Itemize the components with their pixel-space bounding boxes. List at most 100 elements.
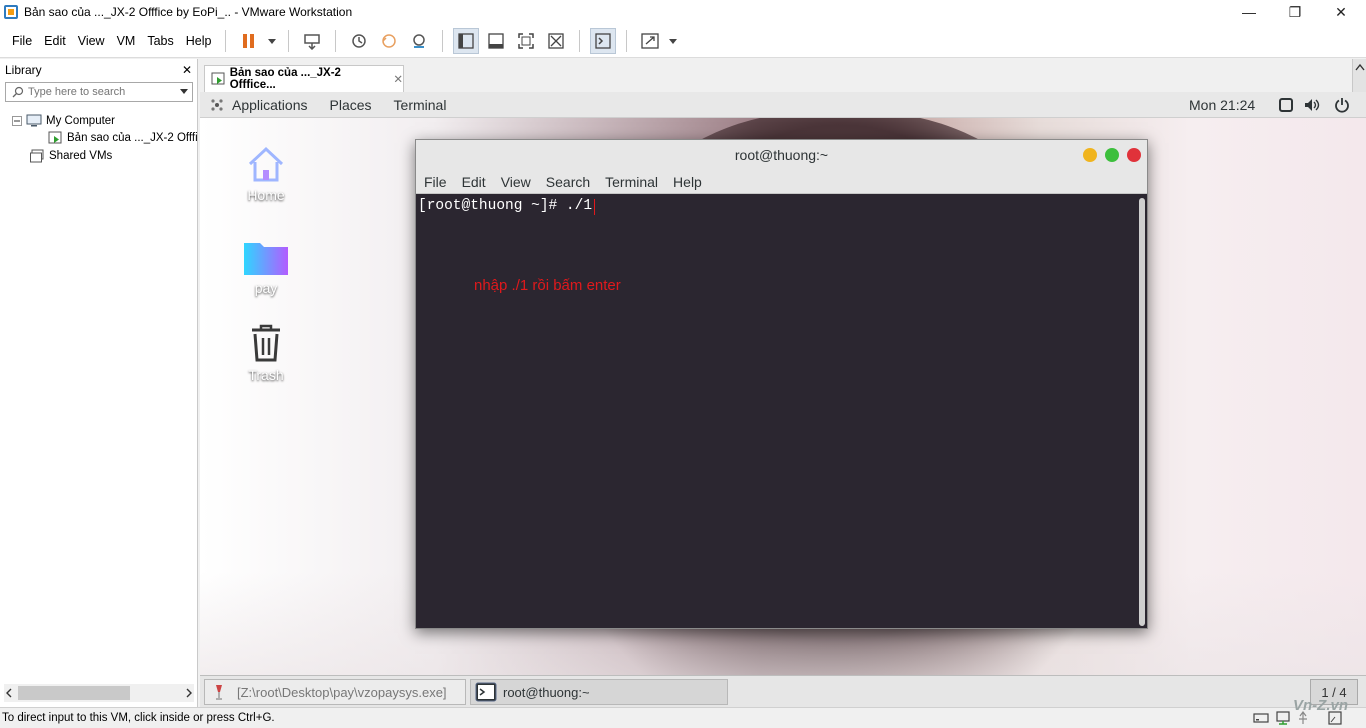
toolbar-separator [288,29,290,52]
full-screen-icon[interactable] [513,28,539,54]
desktop-icon-pay-label: pay [254,280,278,296]
terminal-menu-search[interactable]: Search [546,174,590,190]
suspend-icon[interactable] [236,28,262,54]
toolbar-separator [225,29,227,52]
terminal-menu-edit[interactable]: Edit [462,174,486,190]
show-library-icon[interactable] [453,27,480,54]
menu-toolbar: File Edit View VM Tabs Help [0,24,1366,58]
panel-clock[interactable]: Mon 21:24 [1189,97,1255,113]
terminal-cursor [594,199,595,215]
menu-vm[interactable]: VM [111,34,142,48]
gnome-bottom-taskbar: [Z:\root\Desktop\pay\vzopaysys.exe] root… [200,675,1366,707]
terminal-close-button[interactable] [1127,148,1141,162]
terminal-menubar: File Edit View Search Terminal Help [416,170,1147,194]
window-title: Bản sao của ..._JX-2 Offfice by EoPi_.. … [24,5,353,19]
scroll-thumb[interactable] [18,686,130,700]
terminal-menu-terminal[interactable]: Terminal [605,174,658,190]
library-panel: Library ✕ My Computer Bản sao của ..._JX… [0,59,198,707]
toolbar-separator [626,29,628,52]
minimize-button[interactable]: — [1226,0,1272,24]
computer-icon [26,114,42,127]
terminal-scrollbar[interactable] [1139,198,1145,626]
vm-tab[interactable]: Bản sao của ..._JX-2 Offfice... ✕ [204,65,404,92]
send-ctrl-alt-del-icon[interactable] [299,28,325,54]
close-button[interactable]: ✕ [1318,0,1364,24]
hard-disk-icon[interactable] [1253,712,1269,724]
terminal-menu-view[interactable]: View [501,174,531,190]
vm-running-icon [211,72,225,85]
library-title: Library [5,63,42,77]
power-dropdown-icon[interactable] [266,28,278,54]
desktop-icon-trash-label: Trash [248,367,284,383]
vm-vertical-scrollbar[interactable] [1352,59,1366,92]
stretch-guest-icon[interactable] [637,28,663,54]
folder-icon [244,243,288,275]
menu-help[interactable]: Help [180,34,218,48]
unity-icon[interactable] [543,28,569,54]
console-view-icon[interactable] [590,27,617,54]
volume-icon[interactable] [1304,98,1322,112]
terminal-title: root@thuong:~ [734,147,829,163]
stretch-dropdown-icon[interactable] [667,28,679,54]
tree-my-computer[interactable]: My Computer [12,114,115,127]
tree-vm-item[interactable]: Bản sao của ..._JX-2 Offfi [48,131,198,145]
menu-tabs[interactable]: Tabs [141,34,179,48]
terminal-titlebar[interactable]: root@thuong:~ [416,140,1147,170]
menu-edit[interactable]: Edit [38,34,72,48]
panel-applications[interactable]: Applications [232,97,308,113]
library-close-button[interactable]: ✕ [182,63,192,77]
scroll-left-icon[interactable] [4,688,14,698]
library-horizontal-scrollbar[interactable] [4,684,194,702]
collapse-icon[interactable] [12,115,22,126]
desktop-icon-home[interactable]: Home [231,144,301,203]
vm-tab-strip: Bản sao của ..._JX-2 Offfice... ✕ [200,59,1366,92]
snapshot-icon[interactable] [346,28,372,54]
terminal-window[interactable]: root@thuong:~ File Edit View Search Term… [415,139,1148,629]
scroll-up-icon[interactable] [1355,63,1365,71]
vm-tab-close-button[interactable]: ✕ [393,72,403,86]
status-bar: To direct input to this VM, click inside… [0,707,1366,728]
network-icon[interactable] [1275,711,1291,725]
tree-label-my-computer: My Computer [46,114,116,127]
library-search[interactable] [5,82,193,102]
panel-places[interactable]: Places [330,97,372,113]
terminal-menu-help[interactable]: Help [673,174,702,190]
terminal-body[interactable]: [root@thuong ~]# ./1 nhập ./1 rồi bấm en… [416,195,1138,629]
screen-icon[interactable] [1279,98,1293,112]
applications-icon [211,98,223,111]
search-icon [12,86,24,98]
terminal-minimize-button[interactable] [1083,148,1097,162]
annotation-text: nhập ./1 rồi bấm enter [474,277,621,294]
watermark-text: Vn-Z.vn [1293,697,1348,714]
desktop-icon-pay[interactable]: pay [231,237,301,296]
search-dropdown-icon[interactable] [180,89,188,95]
vm-tab-label: Bản sao của ..._JX-2 Offfice... [229,67,341,91]
library-search-input[interactable] [28,86,158,98]
maximize-button[interactable]: ❐ [1272,0,1318,24]
tree-label-vm: Bản sao của ..._JX-2 Offfi [67,132,198,144]
taskbar-item-vzopaysys[interactable]: [Z:\root\Desktop\pay\vzopaysys.exe] [204,679,466,705]
tree-shared-vms[interactable]: Shared VMs [30,149,112,163]
vm-guest-screen[interactable]: Applications Places Terminal Mon 21:24 H… [200,92,1366,707]
taskbar-item-terminal[interactable]: root@thuong:~ [470,679,728,705]
scroll-right-icon[interactable] [184,688,194,698]
revert-snapshot-icon[interactable] [376,28,402,54]
menu-file[interactable]: File [6,34,38,48]
title-bar: Bản sao của ..._JX-2 Offfice by EoPi_.. … [0,0,1366,24]
vm-running-icon [48,131,62,144]
panel-terminal[interactable]: Terminal [394,97,447,113]
status-text: To direct input to this VM, click inside… [2,712,275,724]
desktop-icon-home-label: Home [247,187,285,203]
terminal-menu-file[interactable]: File [424,174,447,190]
taskbar-item-vzopaysys-label: [Z:\root\Desktop\pay\vzopaysys.exe] [237,684,447,700]
terminal-prompt: [root@thuong ~]# ./1 [418,198,593,214]
vmware-app-icon [4,5,18,19]
desktop-icon-trash[interactable]: Trash [231,322,301,383]
terminal-icon [475,682,497,702]
power-icon[interactable] [1334,97,1350,113]
menu-view[interactable]: View [72,34,111,48]
terminal-maximize-button[interactable] [1105,148,1119,162]
shared-vms-icon [30,149,44,163]
thumbnail-bar-icon[interactable] [483,28,509,54]
snapshot-manager-icon[interactable] [406,28,432,54]
